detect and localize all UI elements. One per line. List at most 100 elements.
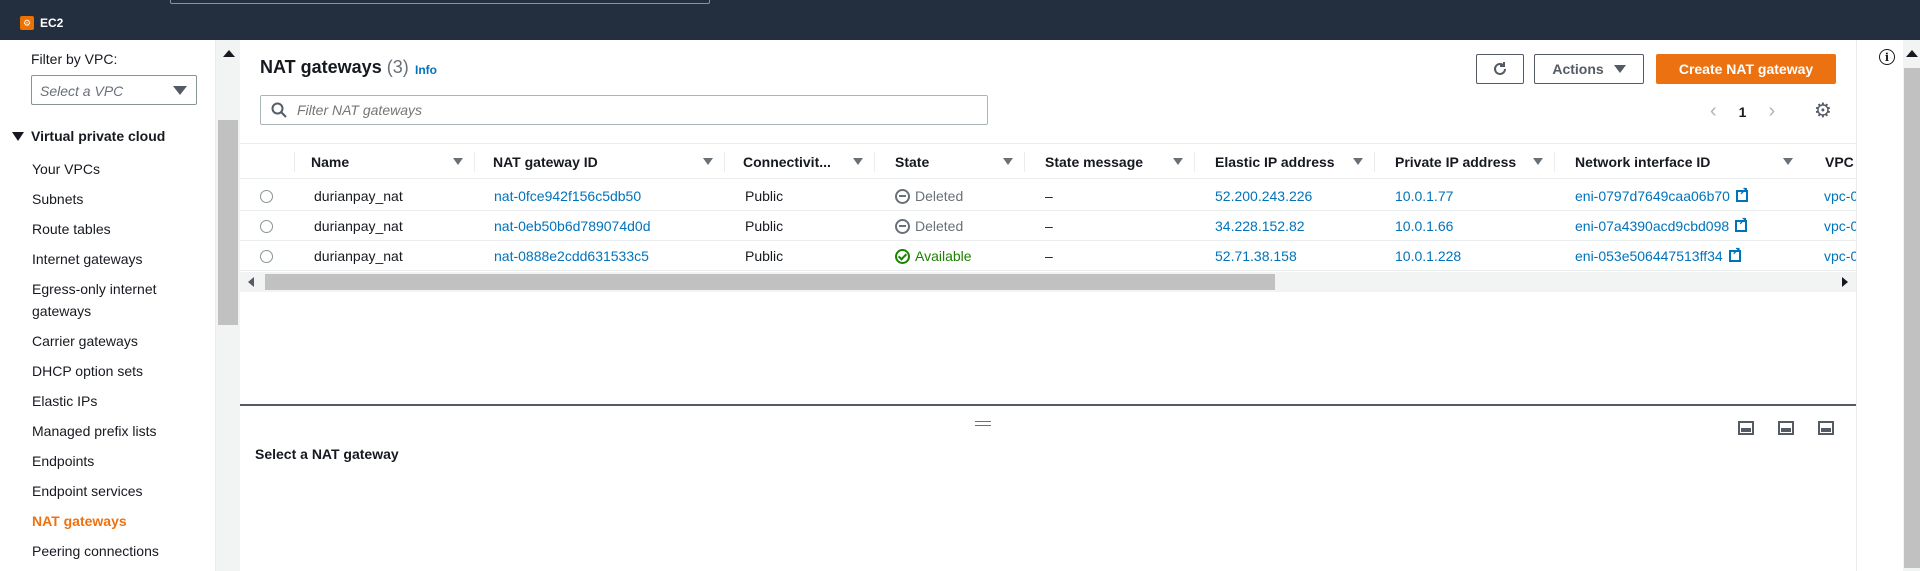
available-status-icon xyxy=(895,248,910,264)
sort-icon[interactable] xyxy=(1003,158,1013,165)
cell-nat-gateway-id-link[interactable]: nat-0fce942f156c5db50 xyxy=(494,181,641,211)
previous-page-icon[interactable]: ‹ xyxy=(1710,100,1717,123)
page-scroll-thumb[interactable] xyxy=(1904,68,1920,568)
row-radio[interactable] xyxy=(260,219,273,233)
cell-network-interface-link[interactable]: eni-0797d7649caa06b70 xyxy=(1575,181,1748,211)
cell-private-ip-link[interactable]: 10.0.1.77 xyxy=(1395,181,1453,211)
service-breadcrumb[interactable]: ⚙ EC2 xyxy=(20,16,63,30)
gear-icon[interactable]: ⚙ xyxy=(1814,98,1832,123)
cell-name: durianpay_nat xyxy=(314,188,403,204)
cell-nat-gateway-id-link[interactable]: nat-0888e2cdd631533c5 xyxy=(494,241,649,271)
sort-icon[interactable] xyxy=(453,158,463,165)
sidebar-item-internet-gateways[interactable]: Internet gateways xyxy=(32,248,182,270)
next-page-icon[interactable]: › xyxy=(1768,100,1775,123)
cell-elastic-ip-link[interactable]: 34.228.152.82 xyxy=(1215,211,1305,241)
column-header-label: Connectivit... xyxy=(743,153,831,170)
row-radio[interactable] xyxy=(260,249,273,263)
sidebar-item-route-tables[interactable]: Route tables xyxy=(32,218,182,240)
eni-text: eni-0797d7649caa06b70 xyxy=(1575,188,1730,204)
sidebar-item-egress-only-internet-gateways[interactable]: Egress-only internet gateways xyxy=(32,278,182,322)
column-header-label: State xyxy=(895,153,930,170)
table-row[interactable]: durianpay_nat nat-0888e2cdd631533c5 Publ… xyxy=(240,241,1858,271)
column-separator xyxy=(1194,152,1195,172)
row-radio[interactable] xyxy=(260,189,273,203)
cell-elastic-ip-link[interactable]: 52.200.243.226 xyxy=(1215,181,1312,211)
section-virtual-private-cloud[interactable]: Virtual private cloud xyxy=(12,128,165,144)
scroll-up-arrow-icon[interactable] xyxy=(1906,50,1918,57)
cell-nat-gateway-id-link[interactable]: nat-0eb50b6d789074d0d xyxy=(494,211,651,241)
cell-network-interface-link[interactable]: eni-07a4390acd9cbd098 xyxy=(1575,211,1747,241)
current-page-number[interactable]: 1 xyxy=(1739,104,1747,120)
column-header-nat-gateway-id[interactable]: NAT gateway ID xyxy=(474,144,725,179)
cell-vpc-link[interactable]: vpc-0 xyxy=(1824,181,1858,211)
column-header-name[interactable]: Name xyxy=(294,144,475,179)
horizontal-scroll-thumb[interactable] xyxy=(265,274,1275,290)
row-select-cell xyxy=(260,181,273,211)
sidebar-scroll-thumb[interactable] xyxy=(218,120,238,325)
table-row[interactable]: durianpay_nat nat-0eb50b6d789074d0d Publ… xyxy=(240,211,1858,241)
table-header: Name NAT gateway ID Connectivit... State xyxy=(240,143,1856,179)
cell-elastic-ip-link[interactable]: 52.71.38.158 xyxy=(1215,241,1297,271)
column-header-elastic-ip-address[interactable]: Elastic IP address xyxy=(1194,144,1375,179)
sort-icon[interactable] xyxy=(1533,158,1543,165)
refresh-button[interactable] xyxy=(1476,54,1524,84)
sidebar-item-your-vpcs[interactable]: Your VPCs xyxy=(32,158,182,180)
table-horizontal-scrollbar[interactable] xyxy=(240,272,1856,292)
split-panel-message: Select a NAT gateway xyxy=(255,446,399,462)
panel-position-bottom-icon[interactable] xyxy=(1738,421,1754,435)
sidebar-scrollbar[interactable] xyxy=(215,40,240,571)
scroll-right-arrow-icon[interactable] xyxy=(1842,277,1848,287)
scroll-left-arrow-icon[interactable] xyxy=(248,277,254,287)
column-header-private-ip-address[interactable]: Private IP address xyxy=(1374,144,1555,179)
cell-vpc-link[interactable]: vpc-0 xyxy=(1824,211,1858,241)
column-header-vpc[interactable]: VPC xyxy=(1805,144,1856,179)
sidebar-item-peering-connections[interactable]: Peering connections xyxy=(32,540,182,562)
global-search-box[interactable] xyxy=(170,0,710,4)
cell-state: Deleted xyxy=(895,181,963,211)
page-vertical-scrollbar[interactable] xyxy=(1903,40,1920,571)
column-separator xyxy=(724,152,725,172)
sort-icon[interactable] xyxy=(853,158,863,165)
top-navigation-bar: ⚙ EC2 xyxy=(0,0,1920,40)
sidebar-item-elastic-ips[interactable]: Elastic IPs xyxy=(32,390,182,412)
info-icon[interactable]: i xyxy=(1879,49,1895,65)
split-panel: Select a NAT gateway xyxy=(240,404,1856,571)
sidebar: Filter by VPC: Select a VPC Virtual priv… xyxy=(0,40,215,571)
sidebar-item-managed-prefix-lists[interactable]: Managed prefix lists xyxy=(32,420,182,442)
cell-connectivity: Public xyxy=(745,248,784,264)
filter-bar xyxy=(260,95,988,125)
sort-icon[interactable] xyxy=(703,158,713,165)
sidebar-item-endpoints[interactable]: Endpoints xyxy=(32,450,182,472)
external-link-icon xyxy=(1735,185,1748,202)
cell-vpc-link[interactable]: vpc-0 xyxy=(1824,241,1858,271)
sort-icon[interactable] xyxy=(1173,158,1183,165)
cell-private-ip-link[interactable]: 10.0.1.66 xyxy=(1395,211,1453,241)
table-row[interactable]: durianpay_nat nat-0fce942f156c5db50 Publ… xyxy=(240,181,1858,211)
sort-icon[interactable] xyxy=(1353,158,1363,165)
create-nat-gateway-button[interactable]: Create NAT gateway xyxy=(1656,54,1836,84)
info-link[interactable]: Info xyxy=(415,63,437,77)
actions-dropdown-button[interactable]: Actions xyxy=(1534,54,1644,84)
column-header-state-message[interactable]: State message xyxy=(1024,144,1195,179)
filter-input[interactable] xyxy=(297,102,897,118)
column-header-state[interactable]: State xyxy=(874,144,1025,179)
vpc-select-placeholder: Select a VPC xyxy=(40,83,124,99)
sidebar-item-nat-gateways[interactable]: NAT gateways xyxy=(32,510,182,532)
caret-down-icon xyxy=(173,86,187,95)
column-header-connectivity[interactable]: Connectivit... xyxy=(724,144,875,179)
cell-state: Deleted xyxy=(895,211,963,241)
sidebar-item-subnets[interactable]: Subnets xyxy=(32,188,182,210)
sort-icon[interactable] xyxy=(1783,158,1793,165)
panel-position-side-icon[interactable] xyxy=(1778,421,1794,435)
scroll-up-arrow-icon[interactable] xyxy=(223,50,235,57)
state-text: Deleted xyxy=(915,188,964,204)
vpc-select[interactable]: Select a VPC xyxy=(31,75,197,105)
panel-close-icon[interactable] xyxy=(1818,421,1834,435)
column-header-network-interface-id[interactable]: Network interface ID xyxy=(1554,144,1805,179)
resize-handle-icon[interactable] xyxy=(975,421,991,426)
cell-network-interface-link[interactable]: eni-053e506447513ff34 xyxy=(1575,241,1741,271)
sidebar-item-endpoint-services[interactable]: Endpoint services xyxy=(32,480,182,502)
sidebar-item-carrier-gateways[interactable]: Carrier gateways xyxy=(32,330,182,352)
cell-private-ip-link[interactable]: 10.0.1.228 xyxy=(1395,241,1461,271)
sidebar-item-dhcp-option-sets[interactable]: DHCP option sets xyxy=(32,360,182,382)
